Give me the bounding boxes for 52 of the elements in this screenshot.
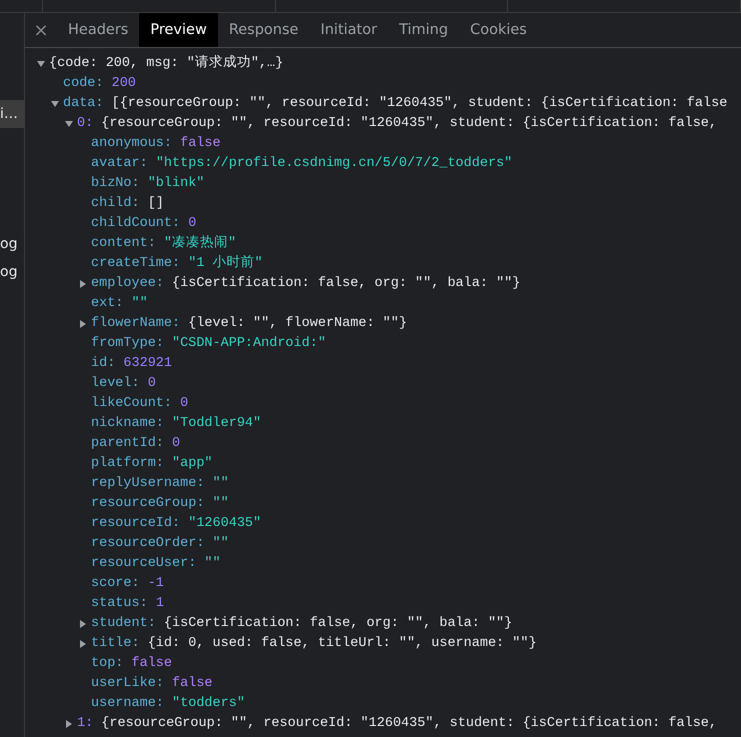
- expand-triangle-icon[interactable]: [79, 320, 87, 328]
- expand-triangle-icon[interactable]: [79, 640, 87, 648]
- json-line: {code: 200, msg: "请求成功",…}: [49, 54, 284, 73]
- json-line: status: 1: [91, 595, 164, 613]
- json-line: platform: "app": [91, 455, 213, 473]
- json-line: 1: {resourceGroup: "", resourceId: "1260435", student: {isCertification: false,: [77, 715, 717, 733]
- json-line: title: {id: 0, used: false, titleUrl: "", username: ""}: [91, 635, 537, 653]
- json-line: fromType: "CSDN-APP:Android:": [91, 335, 326, 353]
- json-line: content: "凑凑热闹": [91, 234, 236, 253]
- tab[interactable]: Response: [218, 13, 310, 47]
- json-line: resourceUser: "": [91, 555, 221, 573]
- json-line: data: [{resourceGroup: "", resourceId: "1260435", student: {isCertification: false: [63, 95, 728, 113]
- expand-triangle-icon[interactable]: [79, 620, 87, 628]
- json-line: createTime: "1 小时前": [91, 254, 263, 273]
- json-line: code: 200: [63, 75, 136, 93]
- json-line: 0: {resourceGroup: "", resourceId: "1260435", student: {isCertification: false,: [77, 115, 717, 133]
- tab[interactable]: Cookies: [459, 13, 538, 47]
- json-line: bizNo: "blink": [91, 175, 204, 193]
- expand-triangle-icon[interactable]: [79, 280, 87, 288]
- request-item[interactable]: og: [0, 258, 24, 286]
- close-button[interactable]: ×: [25, 13, 57, 47]
- json-line: top: false: [91, 655, 172, 673]
- json-line: resourceOrder: "": [91, 535, 229, 553]
- json-line: avatar: "https://profile.csdnimg.cn/5/0/7/2_todders": [91, 155, 512, 173]
- collapse-triangle-icon[interactable]: [37, 60, 45, 68]
- json-line: resourceGroup: "": [91, 495, 229, 513]
- json-line: score: -1: [91, 575, 164, 593]
- json-line: childCount: 0: [91, 215, 196, 233]
- json-line: level: 0: [91, 375, 156, 393]
- json-line: anonymous: false: [91, 135, 221, 153]
- collapse-triangle-icon[interactable]: [65, 120, 73, 128]
- json-line: id: 632921: [91, 355, 172, 373]
- json-line: ext: "": [91, 295, 148, 313]
- expand-triangle-icon[interactable]: [65, 720, 73, 728]
- json-line: nickname: "Toddler94": [91, 415, 262, 433]
- json-line: userLike: false: [91, 675, 213, 693]
- json-line: likeCount: 0: [91, 395, 188, 413]
- collapse-triangle-icon[interactable]: [51, 100, 59, 108]
- tab[interactable]: Initiator: [309, 13, 388, 47]
- json-line: employee: {isCertification: false, org: "", bala: ""}: [91, 275, 520, 293]
- json-line: student: {isCertification: false, org: "", bala: ""}: [91, 615, 512, 633]
- request-item[interactable]: i…: [0, 100, 24, 128]
- tab[interactable]: Timing: [388, 13, 460, 47]
- json-line: child: []: [91, 195, 164, 213]
- json-line: flowerName: {level: "", flowerName: ""}: [91, 315, 407, 333]
- request-item[interactable]: og: [0, 230, 24, 258]
- json-line: replyUsername: "": [91, 475, 229, 493]
- json-line: parentId: 0: [91, 435, 180, 453]
- tab[interactable]: Preview: [139, 13, 218, 47]
- json-line: resourceId: "1260435": [91, 515, 262, 533]
- tab[interactable]: Headers: [57, 13, 140, 47]
- json-line: username: "todders": [91, 695, 245, 713]
